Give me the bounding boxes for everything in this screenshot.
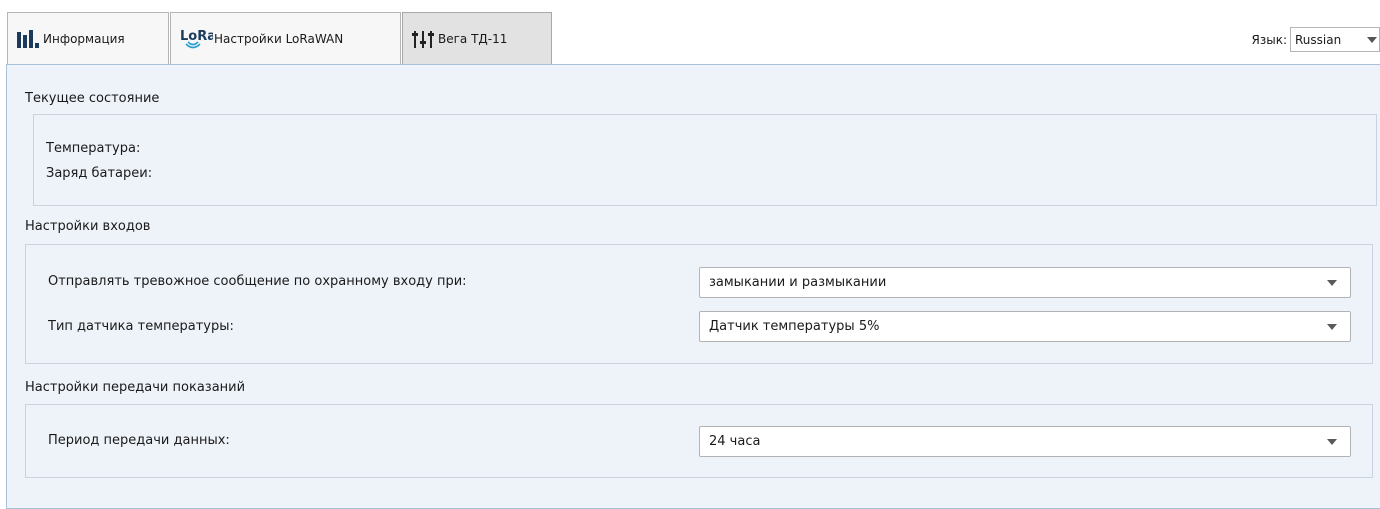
transmission-settings-group: Период передачи данных: 24 часа [25, 404, 1373, 478]
sensor-type-dropdown[interactable]: Датчик температуры 5% [699, 311, 1351, 342]
sensor-type-value: Датчик температуры 5% [709, 319, 880, 334]
tab-information-label: Информация [43, 31, 125, 46]
tab-lorawan-settings[interactable]: LoRa Настройки LoRaWAN [170, 12, 401, 64]
temperature-label: Температура: [46, 141, 141, 156]
language-dropdown[interactable]: Russian [1290, 27, 1380, 52]
settings-panel: Текущее состояние Температура: Заряд бат… [6, 64, 1380, 509]
inputs-settings-title: Настройки входов [25, 219, 151, 234]
language-selector: Язык: Russian [1252, 27, 1380, 52]
chevron-down-icon [1327, 324, 1337, 330]
alarm-trigger-label: Отправлять тревожное сообщение по охранн… [48, 274, 467, 289]
battery-label: Заряд батареи: [46, 166, 153, 181]
chevron-down-icon [1327, 439, 1337, 445]
lora-icon: LoRa [179, 27, 213, 51]
alarm-trigger-value: замыкании и размыкании [709, 275, 887, 290]
sensor-type-label: Тип датчика температуры: [48, 319, 234, 334]
tab-vega-label: Вега ТД-11 [438, 31, 508, 46]
inputs-settings-group: Отправлять тревожное сообщение по охранн… [25, 244, 1373, 364]
tab-bar: Информация LoRa Настройки LoRaWAN Вега Т… [0, 0, 1380, 66]
language-label: Язык: [1251, 32, 1287, 47]
current-state-group: Температура: Заряд батареи: [33, 114, 1377, 206]
tab-lorawan-label: Настройки LoRaWAN [214, 31, 344, 46]
tab-information[interactable]: Информация [7, 12, 169, 64]
lora-icon-text: LoRa [180, 29, 213, 44]
tab-vega-td11[interactable]: Вега ТД-11 [402, 12, 552, 64]
language-value: Russian [1295, 32, 1342, 47]
period-dropdown[interactable]: 24 часа [699, 426, 1351, 457]
alarm-trigger-dropdown[interactable]: замыкании и размыкании [699, 267, 1351, 298]
bar-chart-icon [16, 29, 42, 49]
chevron-down-icon [1367, 37, 1377, 43]
period-label: Период передачи данных: [48, 433, 230, 448]
period-value: 24 часа [709, 434, 761, 449]
transmission-settings-title: Настройки передачи показаний [25, 380, 246, 395]
sliders-icon [411, 29, 437, 49]
chevron-down-icon [1327, 280, 1337, 286]
current-state-title: Текущее состояние [25, 91, 160, 106]
